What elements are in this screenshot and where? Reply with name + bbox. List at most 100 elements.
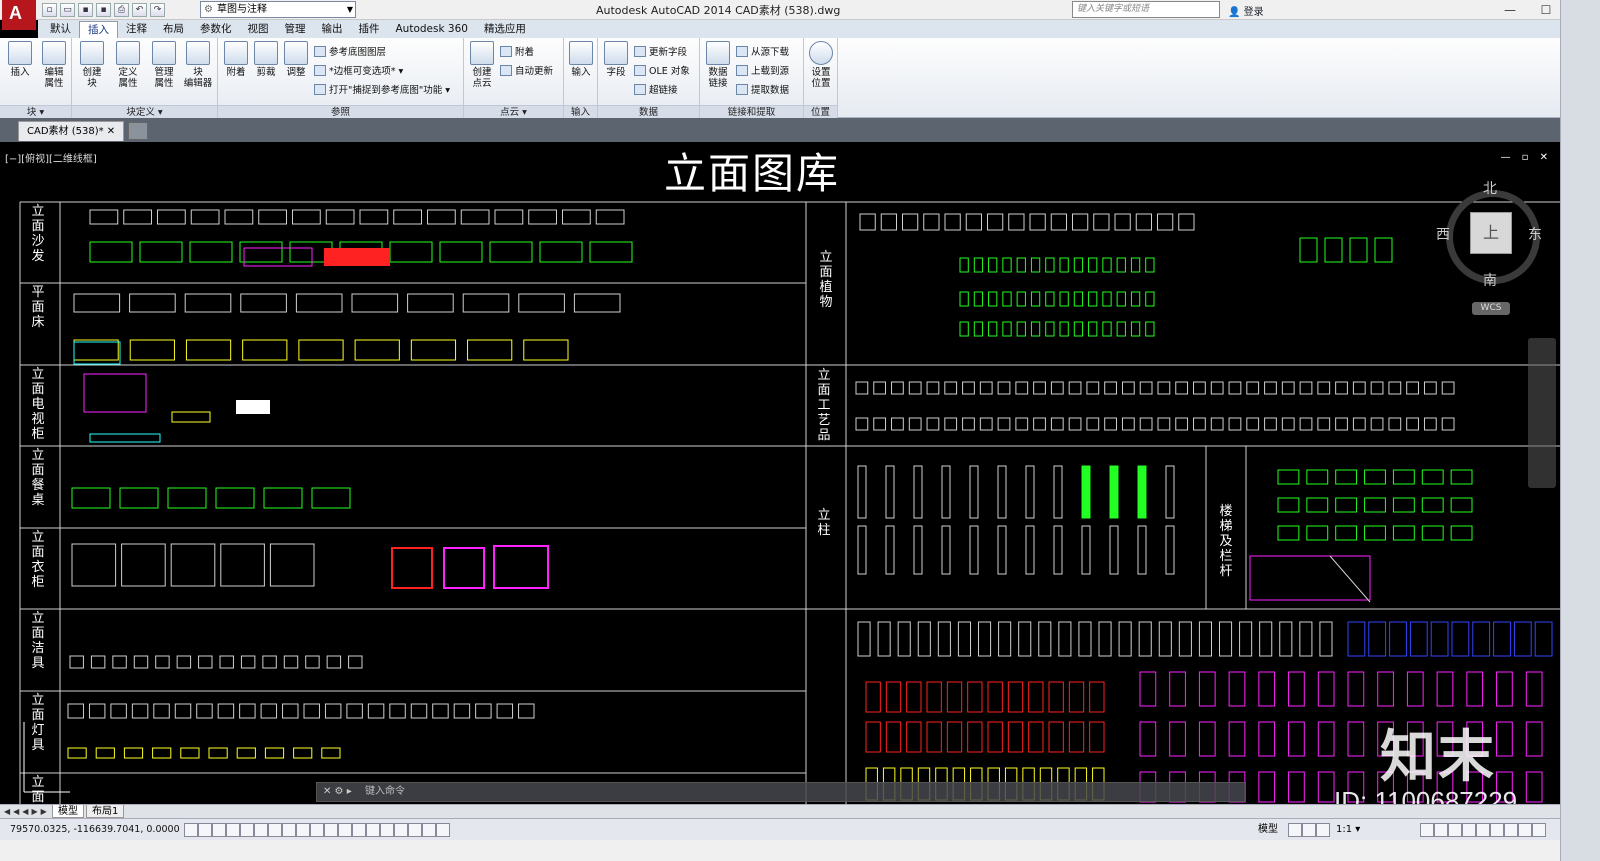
snap-underlay-dropdown[interactable]: 打开"捕捉到参考底图"功能 ▾ [314, 82, 450, 96]
status-tray-icon[interactable] [1518, 823, 1532, 837]
document-tab[interactable]: CAD素材 (538)* ✕ [18, 121, 124, 141]
ribbon-tab-8[interactable]: 插件 [351, 21, 388, 38]
status-toggle-icon[interactable] [338, 823, 352, 837]
status-toggle-icon[interactable] [240, 823, 254, 837]
status-toggle-icon[interactable] [212, 823, 226, 837]
panel-label-pointcloud[interactable]: 点云 ▾ [464, 105, 563, 118]
frame-options-dropdown[interactable]: *边框可变选项* ▾ [314, 63, 403, 77]
new-file-icon[interactable]: ▫ [42, 3, 57, 17]
status-toggle-icon[interactable] [380, 823, 394, 837]
application-menu-button[interactable]: A [2, 0, 36, 30]
extract-data-button[interactable]: 提取数据 [736, 82, 789, 96]
status-toggle-icon[interactable] [310, 823, 324, 837]
edit-attribute-button[interactable]: 编辑 属性 [38, 38, 70, 89]
new-document-tab-button[interactable] [128, 122, 148, 140]
undo-icon[interactable]: ↶ [132, 3, 147, 17]
status-toggle-icon[interactable] [268, 823, 282, 837]
status-toggle-icon[interactable] [366, 823, 380, 837]
data-link-button[interactable]: 数据 链接 [702, 38, 734, 89]
status-tray-icon[interactable] [1476, 823, 1490, 837]
save-as-icon[interactable]: ▪ [96, 3, 111, 17]
download-from-source-button[interactable]: 从源下载 [736, 44, 789, 58]
viewcube[interactable]: 上 北 南 西 东 WCS [1436, 181, 1546, 332]
status-tray-icon[interactable] [1490, 823, 1504, 837]
workspace-select[interactable]: ⚙ 草图与注释 ▼ [200, 1, 356, 18]
hyperlink-button[interactable]: 超链接 [634, 82, 678, 96]
wcs-menu[interactable]: WCS [1472, 302, 1510, 315]
compass-north[interactable]: 北 [1483, 178, 1497, 198]
status-tray-icon[interactable] [1448, 823, 1462, 837]
status-toggle-icon[interactable] [198, 823, 212, 837]
open-file-icon[interactable]: ▭ [60, 3, 75, 17]
ribbon-tab-1[interactable]: 插入 [79, 21, 118, 38]
status-tray-icon[interactable] [1316, 823, 1330, 837]
ole-object-button[interactable]: OLE 对象 [634, 63, 690, 77]
attach-button[interactable]: 附着 [220, 38, 252, 78]
status-tray-icon[interactable] [1434, 823, 1448, 837]
create-block-button[interactable]: 创建 块 [76, 38, 108, 89]
auto-update-button[interactable]: 自动更新 [500, 63, 553, 77]
ribbon-tab-10[interactable]: 精选应用 [476, 21, 534, 38]
close-icon[interactable]: ✕ [107, 126, 115, 137]
status-toggle-icon[interactable] [352, 823, 366, 837]
status-tray-icon[interactable] [1288, 823, 1302, 837]
compass-west[interactable]: 西 [1436, 224, 1450, 244]
redo-icon[interactable]: ↷ [150, 3, 165, 17]
pointcloud-attach-button[interactable]: 附着 [500, 44, 534, 58]
status-toggle-icon[interactable] [282, 823, 296, 837]
viewcube-top-face[interactable]: 上 [1470, 212, 1512, 254]
drawing-area[interactable]: [−][俯视][二维线框] 立面图库 — ▫ ✕ 立面沙发 平面床 立面电视柜 立面餐… [0, 142, 1560, 804]
panel-label-block[interactable]: 块 ▾ [0, 105, 71, 118]
panel-label-block-definition[interactable]: 块定义 ▾ [72, 105, 217, 118]
status-toggle-icon[interactable] [408, 823, 422, 837]
set-location-button[interactable]: 设置 位置 [805, 38, 837, 89]
panel-label-reference[interactable]: 参照 [218, 105, 463, 118]
ribbon-tab-6[interactable]: 管理 [277, 21, 314, 38]
block-editor-button[interactable]: 块 编辑器 [182, 38, 214, 89]
define-attribute-button[interactable]: 定义 属性 [112, 38, 144, 89]
status-tray-icon[interactable] [1504, 823, 1518, 837]
status-tray-icon[interactable] [1462, 823, 1476, 837]
ribbon-tab-7[interactable]: 输出 [314, 21, 351, 38]
status-toggle-icon[interactable] [226, 823, 240, 837]
manage-attribute-button[interactable]: 管理 属性 [148, 38, 180, 89]
insert-block-button[interactable]: 插入 [4, 38, 36, 78]
tab-layout1[interactable]: 布局1 [86, 805, 125, 818]
status-tray-icon[interactable] [1302, 823, 1316, 837]
maximize-button[interactable]: ☐ [1528, 0, 1564, 20]
layout-nav-arrows[interactable]: ◀◀◀▶▶ [4, 805, 50, 818]
ribbon-tab-3[interactable]: 布局 [155, 21, 192, 38]
viewport-window-controls[interactable]: — ▫ ✕ [1500, 152, 1552, 163]
close-icon[interactable]: ✕ ⚙ ▸ [323, 783, 352, 801]
minimize-button[interactable]: — [1492, 0, 1528, 20]
ribbon-tab-5[interactable]: 视图 [240, 21, 277, 38]
status-toggle-icon[interactable] [436, 823, 450, 837]
compass-south[interactable]: 南 [1483, 270, 1497, 290]
search-input[interactable]: 键入关键字或短语 [1072, 1, 1220, 18]
update-fields-button[interactable]: 更新字段 [634, 44, 687, 58]
ribbon-tab-9[interactable]: Autodesk 360 [388, 21, 476, 38]
navigation-bar[interactable] [1528, 338, 1556, 488]
status-toggle-icon[interactable] [184, 823, 198, 837]
viewport-controls[interactable]: [−][俯视][二维线框] [5, 150, 97, 165]
annotation-scale[interactable]: 1:1 ▾ [1336, 819, 1360, 841]
ribbon-tab-2[interactable]: 注释 [118, 21, 155, 38]
status-toggle-icon[interactable] [324, 823, 338, 837]
save-icon[interactable]: ▪ [78, 3, 93, 17]
status-tray-icon[interactable] [1532, 823, 1546, 837]
command-input[interactable]: 键入命令 [365, 786, 405, 797]
clip-button[interactable]: 剪裁 [250, 38, 282, 78]
compass-east[interactable]: 东 [1528, 224, 1542, 244]
command-line[interactable]: ✕ ⚙ ▸ 键入命令 [316, 782, 1246, 802]
underlay-layers-button[interactable]: 参考底图图层 [314, 44, 386, 58]
status-toggle-icon[interactable] [394, 823, 408, 837]
status-tray-icon[interactable] [1420, 823, 1434, 837]
tab-model[interactable]: 模型 [52, 805, 84, 818]
status-toggle-icon[interactable] [296, 823, 310, 837]
model-space-button[interactable]: 模型 [1258, 819, 1278, 841]
print-icon[interactable]: ⎙ [114, 3, 129, 17]
import-button[interactable]: 输入 [565, 38, 597, 78]
status-toggle-icon[interactable] [254, 823, 268, 837]
adjust-button[interactable]: 调整 [280, 38, 312, 78]
ribbon-tab-0[interactable]: 默认 [42, 21, 79, 38]
